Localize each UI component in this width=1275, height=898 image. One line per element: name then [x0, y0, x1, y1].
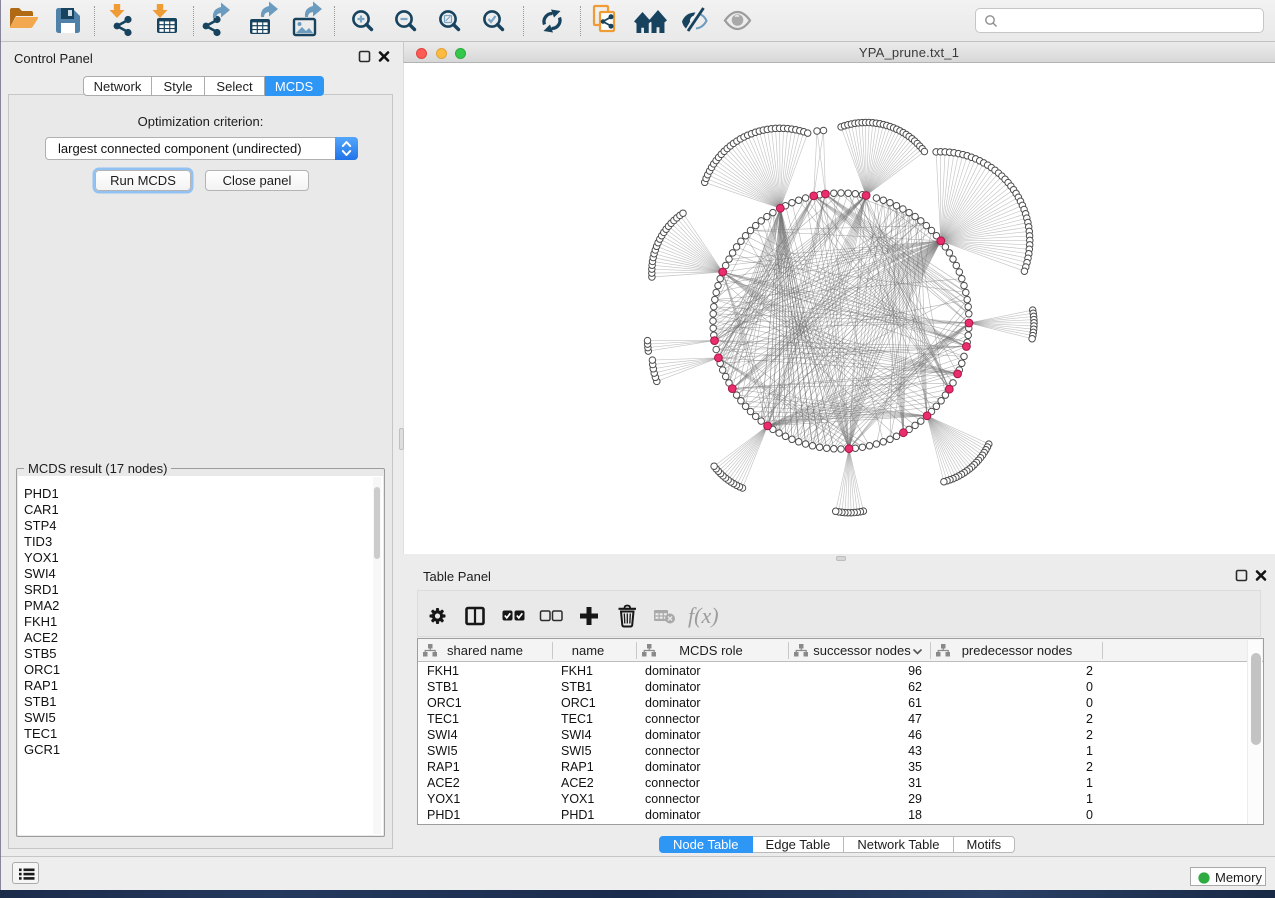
- svg-text:f(x): f(x): [688, 603, 719, 628]
